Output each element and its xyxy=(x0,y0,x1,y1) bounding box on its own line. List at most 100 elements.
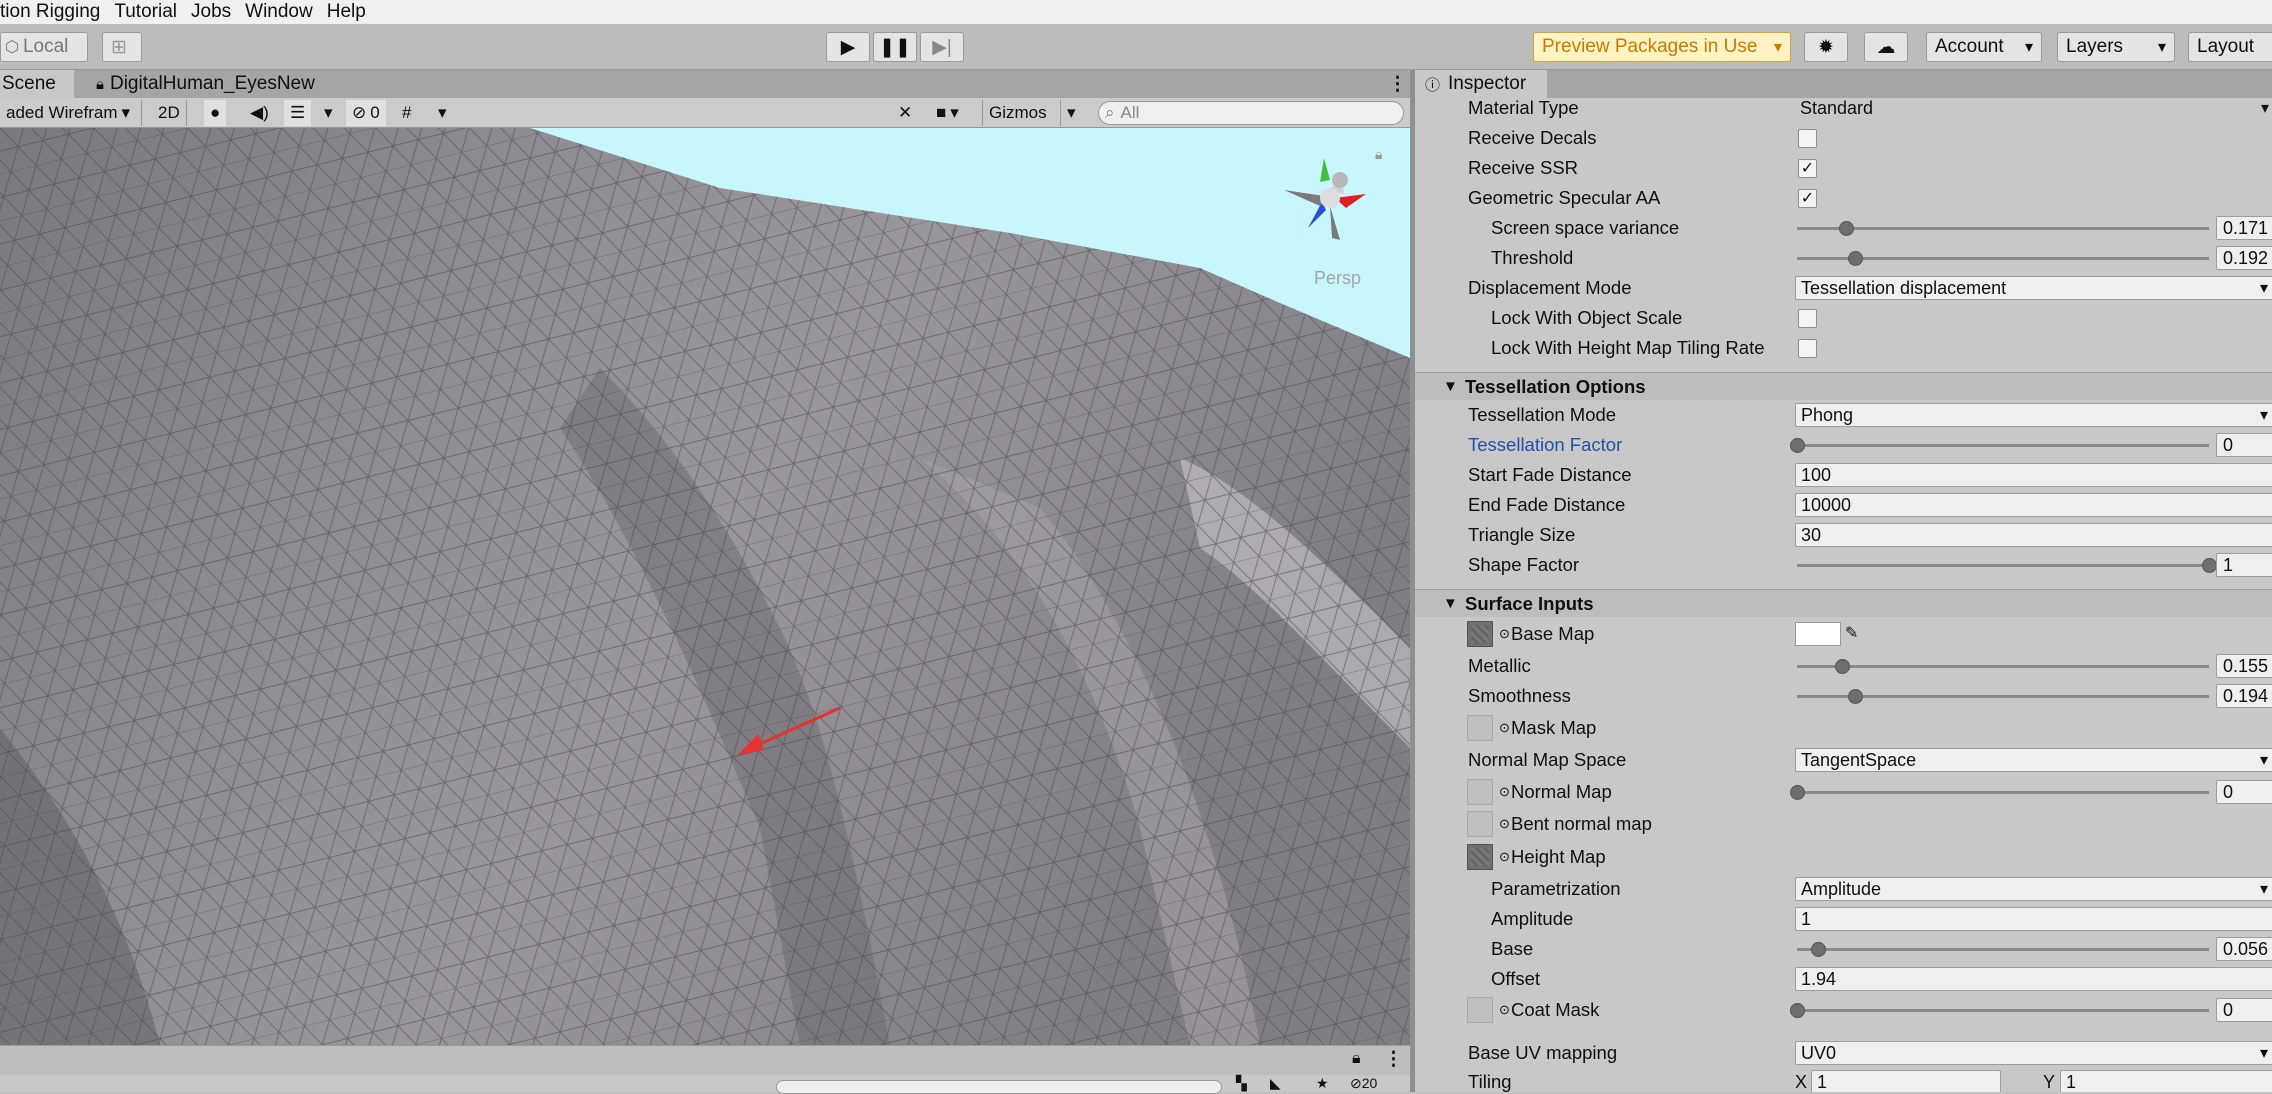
gizmos-dropdown[interactable]: ▾ xyxy=(1060,100,1082,126)
tiling-x-input[interactable]: 1 xyxy=(1811,1070,2001,1092)
2d-toggle[interactable]: 2D xyxy=(152,100,187,126)
object-picker-icon[interactable]: ⊙ xyxy=(1499,784,1510,800)
screen-space-variance-slider[interactable] xyxy=(1797,226,2209,230)
object-picker-icon[interactable]: ⊙ xyxy=(1499,816,1510,832)
menu-help[interactable]: Help xyxy=(327,1,366,23)
metallic-input[interactable]: 0.155 xyxy=(2216,654,2272,678)
normal-map-slider[interactable] xyxy=(1797,790,2209,794)
camera-dropdown[interactable]: ■ ▾ xyxy=(930,100,965,126)
base-uv-dropdown[interactable]: UV0 xyxy=(1795,1041,2272,1065)
smoothness-input[interactable]: 0.194 xyxy=(2216,684,2272,708)
lock-object-scale-checkbox[interactable] xyxy=(1798,308,1817,328)
end-fade-input[interactable]: 10000 xyxy=(1795,493,2272,517)
hidden-objects-toggle[interactable]: ⊘ 0 xyxy=(346,100,386,126)
shape-factor-slider[interactable] xyxy=(1797,563,2209,567)
lighting-toggle[interactable]: ● xyxy=(204,100,227,126)
coat-mask-texture-slot[interactable] xyxy=(1467,997,1493,1023)
console-warning-icon[interactable]: ◣ xyxy=(1270,1075,1281,1092)
geometric-aa-checkbox[interactable]: ✓ xyxy=(1798,188,1817,208)
normal-map-texture-slot[interactable] xyxy=(1467,779,1493,805)
displacement-mode-dropdown[interactable]: Tessellation displacement xyxy=(1795,276,2272,300)
menu-window[interactable]: Window xyxy=(245,1,313,23)
mask-map-texture-slot[interactable] xyxy=(1467,715,1493,741)
normal-map-space-dropdown[interactable]: TangentSpace xyxy=(1795,748,2272,772)
start-fade-input[interactable]: 100 xyxy=(1795,463,2272,487)
receive-ssr-checkbox[interactable]: ✓ xyxy=(1798,158,1817,178)
gizmos-button[interactable]: Gizmos xyxy=(982,100,1053,126)
object-picker-icon[interactable]: ⊙ xyxy=(1499,720,1510,736)
coat-mask-knob[interactable] xyxy=(1790,1002,1805,1018)
receive-decals-checkbox[interactable] xyxy=(1798,128,1817,148)
lock-icon[interactable]: 🔒︎ xyxy=(1352,1050,1361,1068)
normal-map-input[interactable]: 0 xyxy=(2216,780,2272,804)
tessellation-factor-slider[interactable] xyxy=(1797,443,2209,447)
base-knob[interactable] xyxy=(1810,941,1826,957)
screen-space-variance-knob[interactable] xyxy=(1839,220,1855,236)
amplitude-input[interactable]: 1 xyxy=(1795,907,2272,931)
offset-input[interactable]: 1.94 xyxy=(1795,967,2272,991)
grid-dropdown[interactable]: ▾ xyxy=(432,100,453,126)
layers-dropdown[interactable]: Layers xyxy=(2057,32,2175,62)
console-error-icon[interactable]: ★ xyxy=(1316,1075,1329,1092)
preview-packages-badge[interactable]: Preview Packages in Use xyxy=(1533,32,1791,62)
account-dropdown[interactable]: Account xyxy=(1926,32,2042,62)
menu-tutorial[interactable]: Tutorial xyxy=(114,1,177,23)
base-map-texture-slot[interactable] xyxy=(1467,621,1493,647)
layout-dropdown[interactable]: Layout xyxy=(2188,32,2272,62)
object-picker-icon[interactable]: ⊙ xyxy=(1499,849,1510,865)
cloud-button[interactable]: ☁ xyxy=(1864,32,1908,62)
grid-toggle[interactable]: # xyxy=(396,100,417,126)
menu-animation-rigging[interactable]: tion Rigging xyxy=(0,1,100,23)
tab-inspector[interactable]: ⓘ Inspector xyxy=(1415,70,1547,98)
effects-toggle[interactable]: ☰ xyxy=(284,100,312,126)
threshold-input[interactable]: 0.192 xyxy=(2216,246,2272,270)
material-type-dropdown[interactable]: Standard xyxy=(1795,98,2272,120)
surface-inputs-header[interactable]: ▼ Surface Inputs xyxy=(1415,589,2272,617)
shading-mode-dropdown[interactable]: aded Wirefram ▾ xyxy=(0,100,142,126)
persp-label[interactable]: Persp xyxy=(1314,268,1361,289)
base-slider[interactable] xyxy=(1797,947,2209,951)
tab-scene[interactable]: Scene xyxy=(0,70,74,98)
bent-normal-texture-slot[interactable] xyxy=(1467,811,1493,837)
menu-jobs[interactable]: Jobs xyxy=(191,1,231,23)
tools-button[interactable]: ✕ xyxy=(892,100,918,126)
tessellation-factor-input[interactable]: 0 xyxy=(2216,433,2272,457)
shape-factor-input[interactable]: 1 xyxy=(2216,553,2272,577)
normal-map-knob[interactable] xyxy=(1790,784,1805,800)
audio-toggle[interactable]: ◀) xyxy=(244,100,275,126)
scene-viewport[interactable]: 🔒︎ Persp xyxy=(0,128,1410,1045)
tiling-y-input[interactable]: 1 xyxy=(2060,1070,2272,1092)
lock-height-map-checkbox[interactable] xyxy=(1798,338,1817,358)
effects-dropdown[interactable]: ▾ xyxy=(318,100,339,126)
tab-digitalhuman[interactable]: 🔒︎ DigitalHuman_EyesNew xyxy=(88,70,323,98)
threshold-knob[interactable] xyxy=(1847,250,1863,266)
play-button[interactable]: ▶ xyxy=(826,32,870,62)
kebab-menu-icon[interactable]: ⋮ xyxy=(1384,1048,1403,1071)
object-picker-icon[interactable]: ⊙ xyxy=(1499,1002,1510,1018)
height-map-texture-slot[interactable] xyxy=(1467,844,1493,870)
pivot-local-button[interactable]: ⬡ Local xyxy=(0,32,88,62)
screen-space-variance-input[interactable]: 0.171 xyxy=(2216,216,2272,240)
viewport-lock-icon[interactable]: 🔒︎ xyxy=(1375,146,1382,163)
base-input[interactable]: 0.056 xyxy=(2216,937,2272,961)
step-button[interactable]: ▶| xyxy=(920,32,964,62)
base-map-color-swatch[interactable] xyxy=(1795,622,1841,646)
coat-mask-slider[interactable] xyxy=(1797,1008,2209,1012)
console-info-icon[interactable]: ▚ xyxy=(1236,1075,1247,1092)
tessellation-options-header[interactable]: ▼ Tessellation Options xyxy=(1415,372,2272,400)
parametrization-dropdown[interactable]: Amplitude xyxy=(1795,877,2272,901)
object-picker-icon[interactable]: ⊙ xyxy=(1499,626,1510,642)
eyedropper-icon[interactable]: ✎ xyxy=(1845,623,1858,643)
orientation-gizmo[interactable] xyxy=(1280,150,1380,250)
shape-factor-knob[interactable] xyxy=(2202,557,2217,573)
grid-snap-button[interactable]: ⊞ xyxy=(102,32,142,62)
smoothness-knob[interactable] xyxy=(1847,688,1863,704)
metallic-knob[interactable] xyxy=(1835,658,1851,674)
tessellation-factor-knob[interactable] xyxy=(1790,437,1805,453)
coat-mask-input[interactable]: 0 xyxy=(2216,998,2272,1022)
tessellation-mode-dropdown[interactable]: Phong xyxy=(1795,403,2272,427)
pause-button[interactable]: ❚❚ xyxy=(873,32,917,62)
triangle-size-input[interactable]: 30 xyxy=(1795,523,2272,547)
services-button[interactable]: ✹ xyxy=(1804,32,1848,62)
scene-search-input[interactable]: ⌕ All xyxy=(1098,101,1404,125)
